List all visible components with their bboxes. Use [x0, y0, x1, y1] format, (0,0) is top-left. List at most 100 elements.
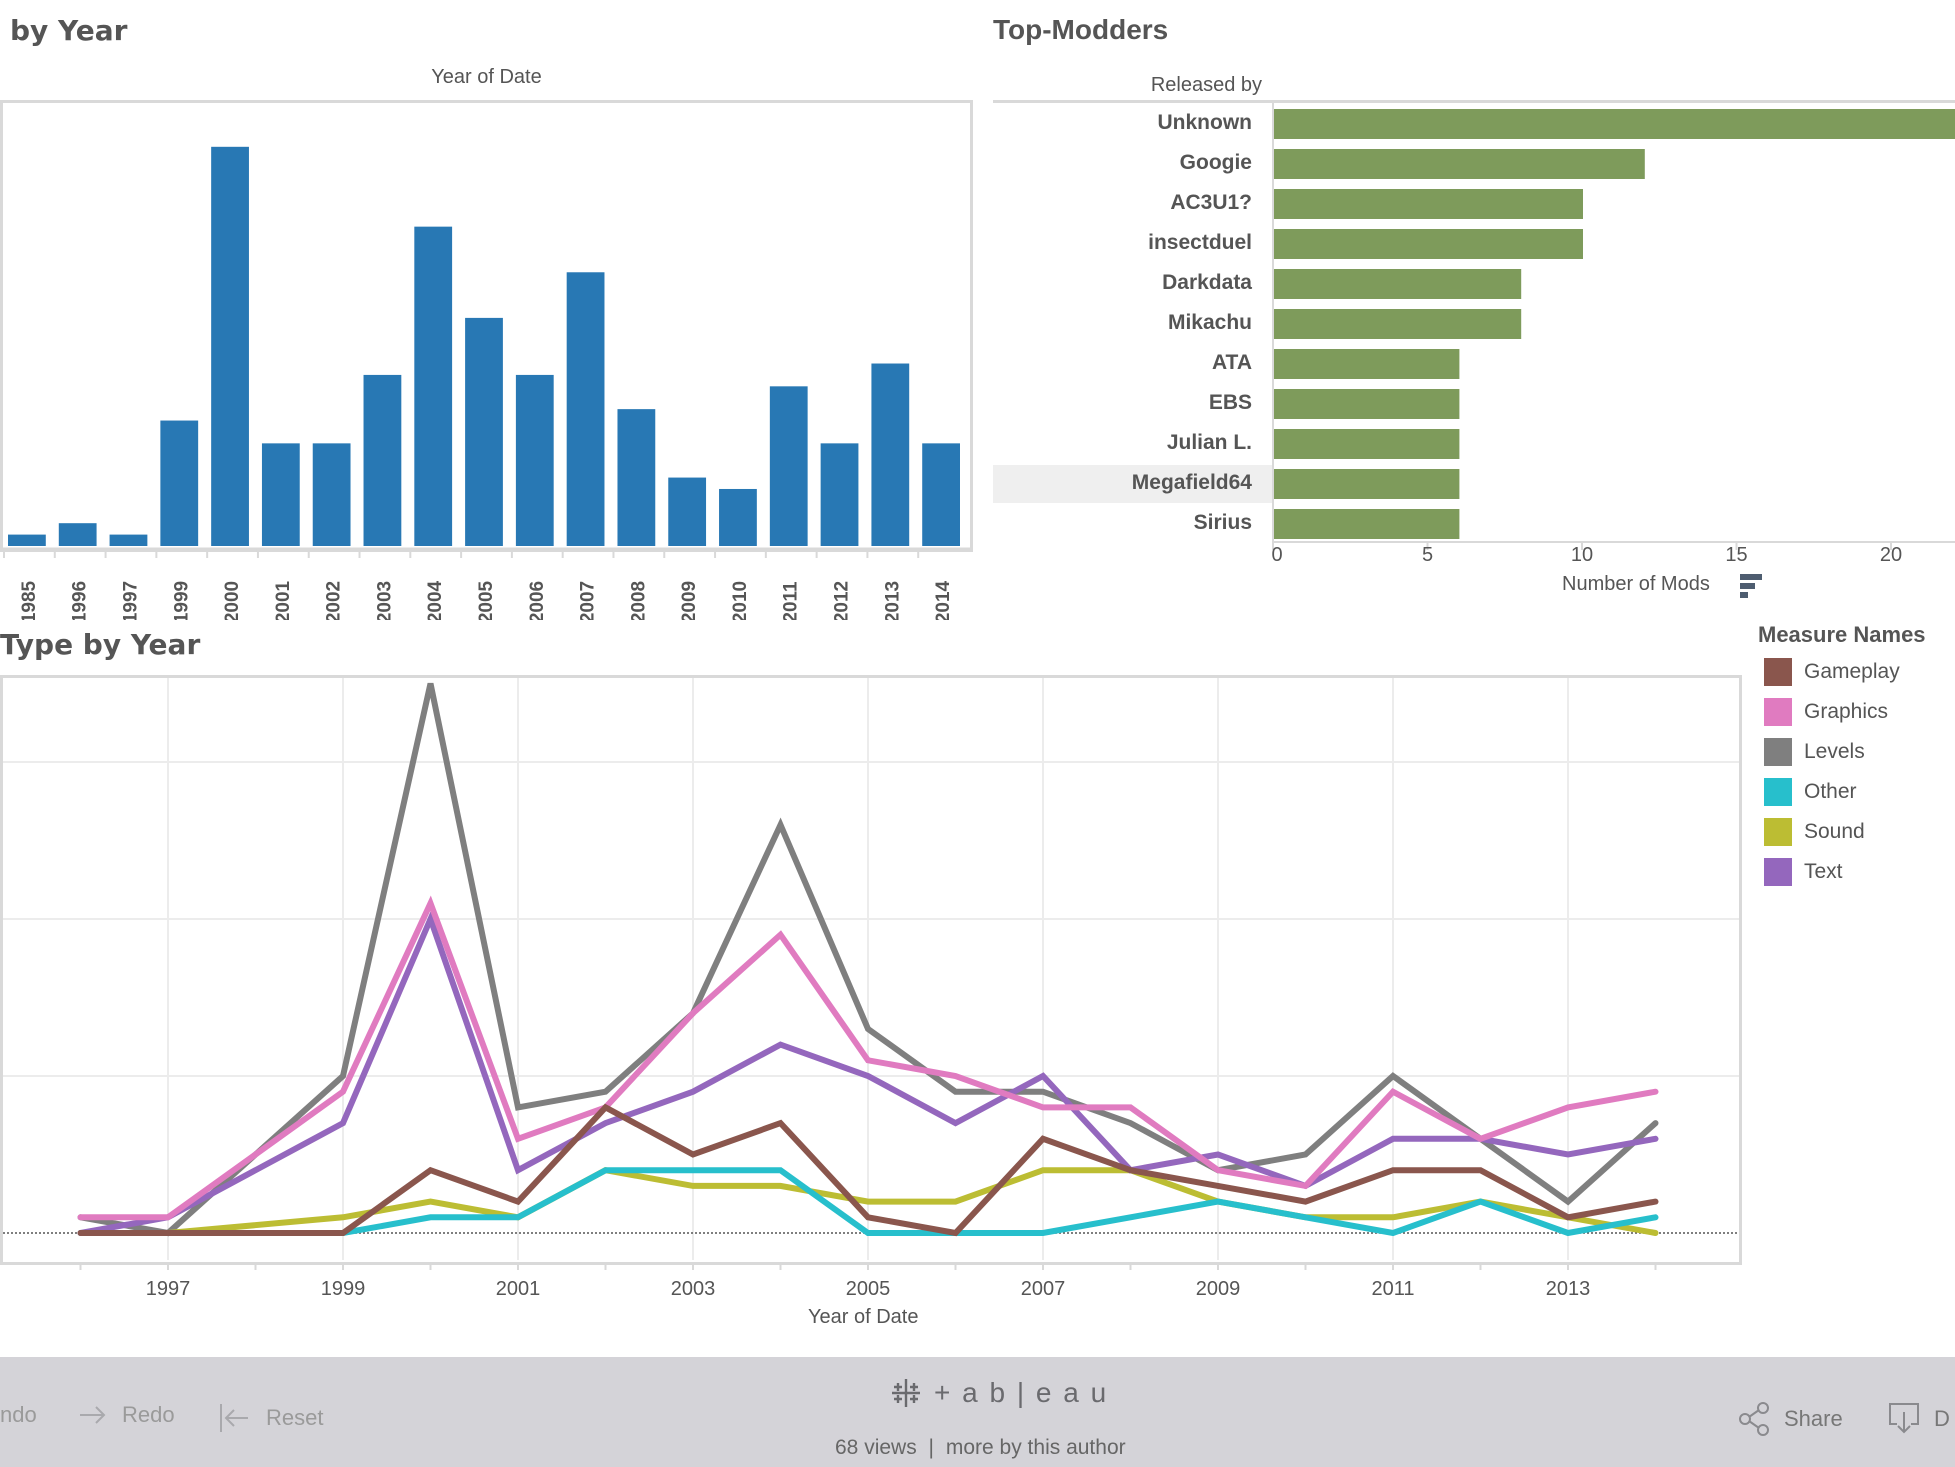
bar-2014[interactable]	[922, 443, 960, 546]
legend-label: Sound	[1804, 820, 1865, 843]
hbar-tick-label: 0	[1271, 544, 1282, 566]
modder-label[interactable]: Megafield64	[1132, 471, 1262, 495]
bar-2004[interactable]	[414, 226, 453, 546]
modder-label[interactable]: AC3U1?	[1170, 191, 1262, 215]
bar-year-label: 2012	[832, 581, 853, 620]
number-of-mods-axis-title: Number of Mods	[1562, 573, 1710, 595]
bar-2010[interactable]	[719, 488, 757, 546]
x-tick-label: 2011	[1371, 1278, 1414, 1300]
hbar-tick-label: 5	[1422, 544, 1433, 566]
x-tick-label: 2001	[496, 1278, 541, 1300]
legend-item-levels[interactable]: Levels	[1764, 737, 1865, 767]
bar-2008[interactable]	[617, 409, 656, 546]
modder-label[interactable]: EBS	[1209, 391, 1262, 415]
bar-year-label: 2000	[222, 581, 243, 620]
bar-2013[interactable]	[871, 363, 910, 546]
bar-2006[interactable]	[515, 374, 554, 546]
bar-2005[interactable]	[465, 317, 503, 546]
views-count: 68 views	[835, 1436, 917, 1459]
modder-bar[interactable]	[1274, 229, 1583, 259]
share-button[interactable]: Share	[1738, 1402, 1843, 1436]
modder-label[interactable]: insectduel	[1148, 231, 1262, 255]
legend-swatch	[1764, 818, 1792, 846]
hbar-tick-label: 20	[1880, 544, 1902, 566]
x-tick-label: 1999	[321, 1278, 366, 1300]
legend-title: Measure Names	[1758, 622, 1926, 647]
modder-label[interactable]: Googie	[1180, 151, 1262, 175]
tableau-cross-icon	[892, 1379, 920, 1407]
line-chart: 1997 1999 2001 2003 2005 2007 2009 2011 2013	[3, 678, 1739, 1300]
bar-2007[interactable]	[566, 272, 605, 546]
redo-label: Redo	[122, 1402, 175, 1427]
bar-1999[interactable]	[160, 420, 199, 546]
bar-2009[interactable]	[668, 477, 707, 546]
bar-2002[interactable]	[312, 443, 351, 546]
legend-item-gameplay[interactable]: Gameplay	[1764, 657, 1900, 687]
x-tick-label: 2003	[671, 1278, 716, 1300]
download-button[interactable]: D	[1888, 1402, 1950, 1436]
modder-bar[interactable]	[1274, 109, 1955, 139]
redo-arrow-icon	[80, 1406, 106, 1424]
bar-2011[interactable]	[769, 386, 808, 546]
bar-1997[interactable]	[109, 534, 148, 546]
legend-label: Text	[1804, 860, 1843, 883]
share-label: Share	[1784, 1406, 1843, 1431]
undo-button[interactable]: ndo	[0, 1402, 37, 1428]
x-tick-label: 1997	[146, 1278, 191, 1300]
bar-year-label: 2008	[628, 581, 649, 620]
bar-2001[interactable]	[261, 443, 300, 546]
legend-swatch	[1764, 698, 1792, 726]
modder-bar[interactable]	[1274, 149, 1645, 179]
hbar-tick-label: 15	[1725, 544, 1747, 566]
top-modders-title: Top-Modders	[993, 14, 1169, 45]
legend-item-text[interactable]: Text	[1764, 857, 1843, 887]
bar-year-label: 1997	[120, 581, 141, 620]
bar-2003[interactable]	[363, 374, 402, 546]
tableau-logo[interactable]: + a b | e a u	[888, 1375, 1108, 1411]
more-by-author-link[interactable]: more by this author	[946, 1436, 1126, 1459]
modder-label[interactable]: ATA	[1212, 351, 1262, 375]
modder-label[interactable]: Mikachu	[1168, 311, 1262, 335]
released-by-header: Released by	[1150, 74, 1262, 96]
bar-year-label: 1996	[70, 581, 91, 620]
modder-bar[interactable]	[1274, 269, 1522, 299]
bar-1996[interactable]	[58, 523, 97, 546]
bar-1985[interactable]	[8, 534, 46, 546]
modder-bar[interactable]	[1274, 309, 1522, 339]
legend-item-sound[interactable]: Sound	[1764, 817, 1865, 847]
x-tick-label: 2005	[846, 1278, 891, 1300]
bar-chart-title: by Year	[10, 14, 128, 47]
reset-label: Reset	[266, 1405, 324, 1430]
legend-label: Other	[1804, 780, 1857, 803]
bar-year-label: 1999	[171, 581, 192, 620]
modder-label[interactable]: Sirius	[1194, 511, 1262, 535]
bar-2000[interactable]	[211, 146, 249, 547]
share-icon	[1739, 1402, 1769, 1436]
modder-labels: Unknown Googie AC3U1? insectduel Darkdata Mik…	[993, 100, 1273, 540]
modder-bar[interactable]	[1274, 509, 1460, 539]
bar-chart-header: Year of Date	[431, 66, 542, 88]
modder-bar[interactable]	[1274, 389, 1460, 419]
reset-button[interactable]: Reset	[218, 1402, 323, 1434]
reset-icon	[220, 1404, 248, 1432]
legend-item-other[interactable]: Other	[1764, 777, 1857, 807]
bar-2012[interactable]	[820, 443, 859, 546]
legend-item-graphics[interactable]: Graphics	[1764, 697, 1888, 727]
tableau-wordmark: + a b | e a u	[934, 1377, 1109, 1408]
modder-bar[interactable]	[1274, 349, 1460, 379]
modder-label[interactable]: Unknown	[1158, 111, 1263, 135]
modder-bar[interactable]	[1274, 429, 1460, 459]
legend-swatch	[1764, 738, 1792, 766]
modder-bar[interactable]	[1274, 469, 1460, 499]
bar-year-label: 2013	[882, 581, 903, 620]
modder-label[interactable]: Darkdata	[1162, 271, 1262, 295]
view-info: 68 views | more by this author	[835, 1436, 1126, 1460]
bar-year-label: 2011	[781, 581, 802, 620]
sort-descending-icon[interactable]	[1740, 574, 1762, 598]
modder-label[interactable]: Julian L.	[1167, 431, 1262, 455]
hbar-tick-label: 10	[1571, 544, 1593, 566]
bar-year-label: 2010	[730, 581, 751, 620]
modder-bar[interactable]	[1274, 189, 1583, 219]
redo-button[interactable]: Redo	[78, 1402, 175, 1428]
bar-year-label: 2001	[273, 580, 294, 620]
